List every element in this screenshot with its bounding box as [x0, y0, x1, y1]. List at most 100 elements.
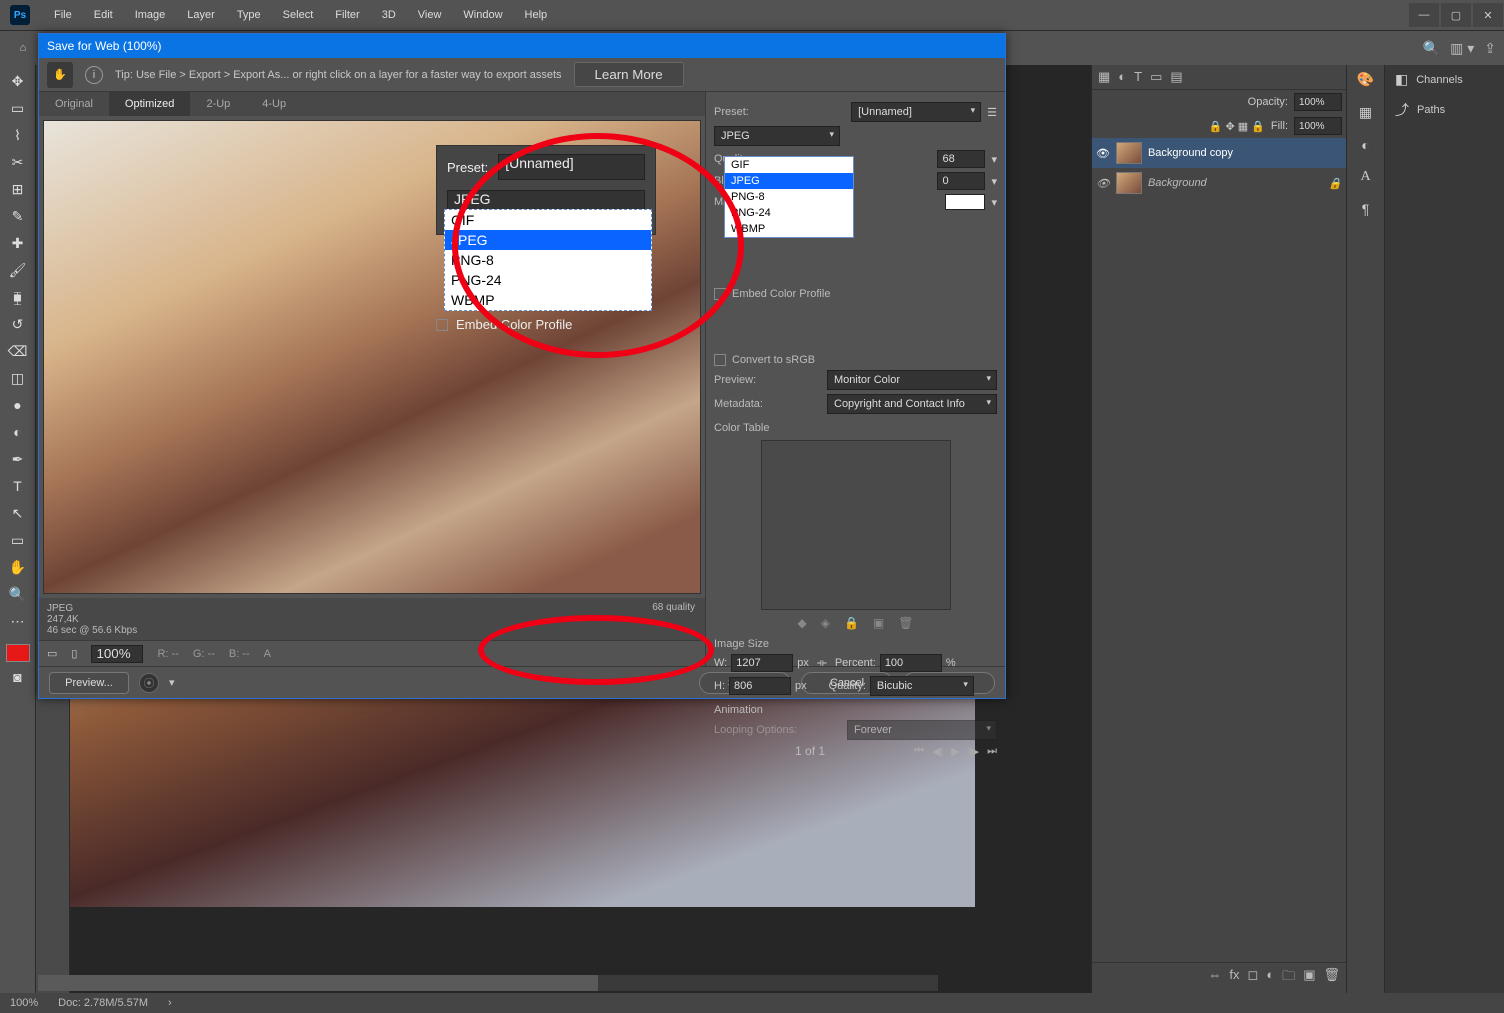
window-maximize[interactable]: ▢: [1441, 3, 1471, 27]
panel-icon[interactable]: ▤: [1170, 69, 1182, 85]
dd-gif[interactable]: GIF: [725, 157, 853, 173]
doc-scrollbar[interactable]: [38, 975, 938, 991]
preset-menu-icon[interactable]: ☰: [987, 106, 997, 119]
zoom-input[interactable]: [91, 645, 143, 663]
ct-lock-icon[interactable]: 🔒: [844, 616, 859, 630]
panel-icon[interactable]: ▦: [1098, 69, 1110, 85]
share-icon[interactable]: ⇪: [1484, 40, 1496, 57]
eraser-tool-icon[interactable]: ⌫: [4, 339, 32, 363]
search-icon[interactable]: 🔍: [1423, 40, 1440, 57]
menu-type[interactable]: Type: [227, 5, 271, 25]
path-tool-icon[interactable]: ↖: [4, 501, 32, 525]
dd-png8[interactable]: PNG-8: [725, 189, 853, 205]
ct-icon[interactable]: ◆: [798, 616, 807, 630]
overlay-dd-wbmp[interactable]: WBMP: [445, 290, 651, 310]
shape-tool-icon[interactable]: ▭: [4, 528, 32, 552]
first-frame-icon[interactable]: ⏮: [914, 745, 924, 758]
layer-row-bg[interactable]: 👁 Background 🔒: [1092, 168, 1346, 198]
frame-tool-icon[interactable]: ⊞: [4, 177, 32, 201]
gradient-tool-icon[interactable]: ◫: [4, 366, 32, 390]
embed-checkbox[interactable]: [714, 288, 726, 300]
play-icon[interactable]: ▶: [951, 745, 959, 758]
channels-panel-tab[interactable]: ◧ Channels: [1385, 65, 1504, 94]
panel-icon[interactable]: ▭: [1150, 69, 1162, 85]
preview-image[interactable]: Preset: [Unnamed] JPEG GIF JPEG PNG-8 PN…: [43, 120, 701, 594]
mask-icon[interactable]: ◻: [1248, 967, 1259, 989]
zoom-tool-icon[interactable]: 🔍: [4, 582, 32, 606]
overlay-embed-row[interactable]: Embed Color Profile: [436, 317, 572, 332]
overlay-dd-jpeg[interactable]: JPEG: [445, 230, 651, 250]
adjust-icon[interactable]: ◐: [1266, 967, 1274, 989]
preview-button[interactable]: Preview...: [49, 672, 129, 694]
zoom-toggle2-icon[interactable]: ▯: [71, 647, 77, 660]
pen-tool-icon[interactable]: ✒: [4, 447, 32, 471]
overlay-dd-png24[interactable]: PNG-24: [445, 270, 651, 290]
menu-3d[interactable]: 3D: [372, 5, 406, 25]
panel-icon[interactable]: T: [1134, 69, 1142, 85]
dd-wbmp[interactable]: WBMP: [725, 221, 853, 237]
ct-trash-icon[interactable]: 🗑: [898, 616, 913, 630]
zoom-toggle-icon[interactable]: ▭: [47, 647, 57, 660]
folder-icon[interactable]: 🗀: [1282, 967, 1295, 989]
color-panel-icon[interactable]: 🎨: [1357, 71, 1374, 88]
history-brush-icon[interactable]: ↺: [4, 312, 32, 336]
matte-swatch[interactable]: [945, 194, 985, 210]
tab-optimized[interactable]: Optimized: [109, 92, 191, 116]
window-close[interactable]: ✕: [1473, 3, 1503, 27]
swatches-panel-icon[interactable]: ▦: [1359, 104, 1372, 121]
prev-frame-icon[interactable]: ◀|: [932, 745, 943, 758]
preset-select[interactable]: [851, 102, 981, 122]
overlay-dd-png8[interactable]: PNG-8: [445, 250, 651, 270]
browser-preview-icon[interactable]: ⦿: [139, 673, 159, 693]
previewcolor-select[interactable]: [827, 370, 997, 390]
hand-tool-icon[interactable]: ✋: [4, 555, 32, 579]
window-minimize[interactable]: —: [1409, 3, 1439, 27]
paths-panel-tab[interactable]: ⤴ Paths: [1385, 94, 1504, 126]
lock-icons[interactable]: 🔒 ✥ ▦ 🔒: [1209, 120, 1265, 133]
dodge-tool-icon[interactable]: ◐: [4, 420, 32, 444]
menu-filter[interactable]: Filter: [325, 5, 369, 25]
percent-input[interactable]: [880, 654, 942, 672]
sfw-hand-icon[interactable]: ✋: [47, 62, 73, 88]
para-panel-icon[interactable]: ¶: [1362, 201, 1370, 217]
w-input[interactable]: [731, 654, 793, 672]
last-frame-icon[interactable]: ⏭: [987, 745, 997, 758]
format-dropdown[interactable]: GIF JPEG PNG-8 PNG-24 WBMP: [724, 156, 854, 238]
next-frame-icon[interactable]: |▶: [968, 745, 979, 758]
learn-more-button[interactable]: Learn More: [574, 62, 684, 87]
healing-tool-icon[interactable]: ✚: [4, 231, 32, 255]
tab-2up[interactable]: 2-Up: [190, 92, 246, 116]
arrange-docs-icon[interactable]: ▥ ▾: [1450, 40, 1474, 57]
home-icon[interactable]: ⌂: [8, 36, 38, 60]
menu-help[interactable]: Help: [515, 5, 558, 25]
blur-tool-icon[interactable]: ●: [4, 393, 32, 417]
opacity-input[interactable]: [1294, 93, 1342, 111]
move-tool-icon[interactable]: ✥: [4, 69, 32, 93]
ct-new-icon[interactable]: ▣: [873, 616, 884, 630]
status-zoom[interactable]: 100%: [10, 997, 38, 1009]
fill-input[interactable]: [1294, 117, 1342, 135]
tab-original[interactable]: Original: [39, 92, 109, 116]
menu-file[interactable]: File: [44, 5, 82, 25]
menu-image[interactable]: Image: [125, 5, 176, 25]
link-icon[interactable]: ⇔: [1208, 967, 1221, 989]
trash-icon[interactable]: 🗑: [1323, 967, 1340, 989]
new-layer-icon[interactable]: ▣: [1303, 967, 1315, 989]
menu-view[interactable]: View: [408, 5, 452, 25]
char-panel-icon[interactable]: A: [1360, 169, 1370, 185]
resample-select[interactable]: [870, 676, 974, 696]
menu-edit[interactable]: Edit: [84, 5, 123, 25]
more-tools-icon[interactable]: ⋯: [4, 609, 32, 633]
foreground-color-swatch[interactable]: [6, 644, 30, 662]
srgb-checkbox[interactable]: [714, 354, 726, 366]
stamp-tool-icon[interactable]: ⧯: [4, 285, 32, 309]
tab-4up[interactable]: 4-Up: [246, 92, 302, 116]
menu-select[interactable]: Select: [273, 5, 324, 25]
eyedropper-tool-icon[interactable]: ✎: [4, 204, 32, 228]
menu-window[interactable]: Window: [453, 5, 512, 25]
quality-input[interactable]: [937, 150, 985, 168]
dd-jpeg[interactable]: JPEG: [725, 173, 853, 189]
metadata-select[interactable]: [827, 394, 997, 414]
eye-icon[interactable]: 👁: [1096, 147, 1110, 160]
brush-tool-icon[interactable]: 🖌: [4, 258, 32, 282]
